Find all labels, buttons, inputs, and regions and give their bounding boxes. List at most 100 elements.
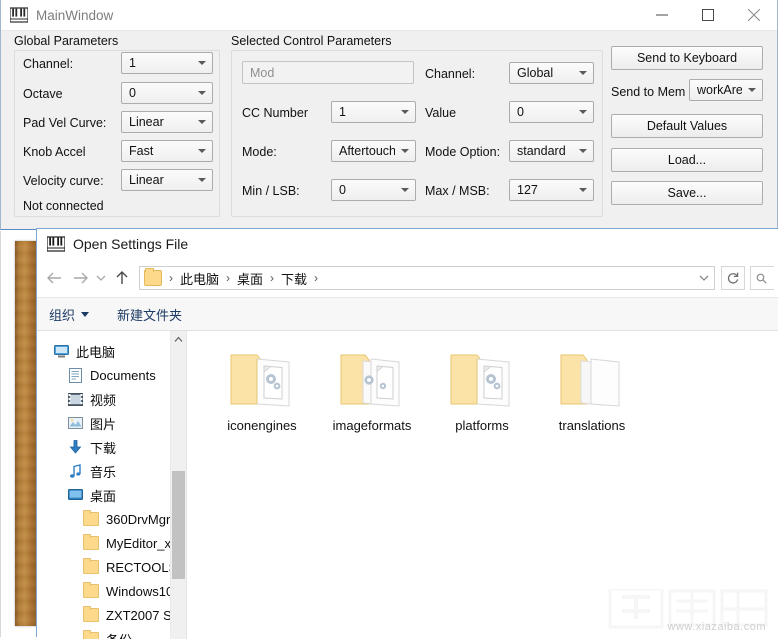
sidebar-item-label: 视频 <box>90 390 116 409</box>
sidebar-item-documents[interactable]: Documents <box>37 363 186 387</box>
knob-accel-value: Fast <box>122 144 192 158</box>
search-input[interactable] <box>750 266 774 290</box>
global-channel-combo[interactable]: 1 <box>121 52 213 74</box>
selected-control-parameters-title: Selected Control Parameters <box>231 34 392 48</box>
breadcrumb-item-0[interactable]: 此电脑 <box>180 269 219 288</box>
file-label: platforms <box>455 418 508 433</box>
max-msb-label: Max / MSB: <box>425 184 490 198</box>
file-item[interactable]: translations <box>537 349 647 433</box>
sidebar-item-myeditor[interactable]: MyEditor_xiaz <box>37 531 186 555</box>
file-list-area[interactable]: iconengines imageformats <box>186 331 778 639</box>
control-channel-label: Channel: <box>425 67 475 81</box>
organize-button[interactable]: 组织 <box>49 305 89 324</box>
max-msb-value: 127 <box>510 183 573 197</box>
refresh-icon <box>726 271 740 285</box>
chevron-down-icon[interactable] <box>698 273 710 283</box>
mode-option-label: Mode Option: <box>425 145 500 159</box>
sidebar-item-zxt2007[interactable]: ZXT2007 Soft <box>37 603 186 627</box>
up-button[interactable] <box>109 265 135 291</box>
chevron-down-icon <box>192 61 212 65</box>
sidebar-item-desktop[interactable]: 桌面 <box>37 483 186 507</box>
sidebar-item-windows10yi[interactable]: Windows10yi≡ <box>37 579 186 603</box>
file-item[interactable]: imageformats <box>317 349 427 433</box>
value-label: Value <box>425 106 456 120</box>
file-label: translations <box>559 418 625 433</box>
global-channel-label: Channel: <box>23 57 73 71</box>
up-arrow-icon <box>115 270 129 286</box>
default-values-button[interactable]: Default Values <box>611 114 763 138</box>
file-item[interactable]: iconengines <box>207 349 317 433</box>
window-controls <box>639 0 777 30</box>
sidebar-item-downloads[interactable]: 下载 <box>37 435 186 459</box>
mode-combo[interactable]: Aftertouch <box>331 140 416 162</box>
control-name-input[interactable]: Mod <box>242 61 414 84</box>
downloads-icon <box>67 439 83 455</box>
sidebar-item-this-pc[interactable]: 此电脑 <box>37 339 186 363</box>
forward-arrow-icon <box>72 271 89 285</box>
sidebar-item-360drvmgrin[interactable]: 360DrvMgrIn <box>37 507 186 531</box>
connection-status: Not connected <box>23 199 104 213</box>
desktop-icon <box>67 487 83 503</box>
back-button[interactable] <box>41 265 67 291</box>
control-channel-combo[interactable]: Global <box>509 62 594 84</box>
close-button[interactable] <box>731 0 777 30</box>
min-lsb-label: Min / LSB: <box>242 184 300 198</box>
chevron-down-icon <box>573 188 593 192</box>
mode-option-combo[interactable]: standard <box>509 140 594 162</box>
back-arrow-icon <box>46 271 63 285</box>
send-to-mem-value: workAre≡ <box>690 83 742 97</box>
load-button[interactable]: Load... <box>611 148 763 172</box>
main-window-titlebar: MainWindow <box>1 0 777 31</box>
velocity-curve-combo[interactable]: Linear <box>121 169 213 191</box>
chevron-down-icon <box>395 188 415 192</box>
recent-locations-button[interactable] <box>93 265 109 291</box>
maximize-button[interactable] <box>685 0 731 30</box>
scrollbar-thumb[interactable] <box>172 471 185 579</box>
control-channel-value: Global <box>510 66 573 80</box>
file-item[interactable]: platforms <box>427 349 537 433</box>
file-label: imageformats <box>333 418 412 433</box>
folder-icon <box>83 631 99 639</box>
value-combo[interactable]: 0 <box>509 101 594 123</box>
chevron-down-icon <box>192 120 212 124</box>
pad-vel-curve-combo[interactable]: Linear <box>121 111 213 133</box>
breadcrumb-item-2[interactable]: 下载 <box>281 269 307 288</box>
save-button[interactable]: Save... <box>611 181 763 205</box>
sidebar-item-videos[interactable]: 视频 <box>37 387 186 411</box>
minimize-button[interactable] <box>639 0 685 30</box>
forward-button[interactable] <box>67 265 93 291</box>
global-channel-value: 1 <box>122 56 192 70</box>
chevron-down-icon <box>573 110 593 114</box>
file-grid: iconengines imageformats <box>187 331 778 433</box>
chevron-down-icon <box>395 149 415 153</box>
global-parameters-group <box>14 50 220 217</box>
cc-number-combo[interactable]: 1 <box>331 101 416 123</box>
max-msb-combo[interactable]: 127 <box>509 179 594 201</box>
folder-icon <box>83 559 99 575</box>
piano-keyboard-icon <box>10 7 28 23</box>
send-to-mem-combo[interactable]: workAre≡ <box>689 79 763 101</box>
search-icon <box>756 273 767 284</box>
sidebar-item-rectools[interactable]: RECTOOLS_30 <box>37 555 186 579</box>
new-folder-button[interactable]: 新建文件夹 <box>117 305 182 324</box>
chevron-down-icon <box>573 71 593 75</box>
sidebar-item-beifen[interactable]: 备份 <box>37 627 186 639</box>
maximize-icon <box>702 9 714 21</box>
global-octave-combo[interactable]: 0 <box>121 82 213 104</box>
scroll-up-button[interactable] <box>171 331 186 347</box>
refresh-button[interactable] <box>721 266 745 290</box>
address-bar-actions <box>698 273 714 283</box>
address-bar[interactable]: › 此电脑 › 桌面 › 下载 › <box>139 266 715 290</box>
knob-accel-combo[interactable]: Fast <box>121 140 213 162</box>
main-window: MainWindow Global Parameters Channel: 1 … <box>0 0 778 230</box>
min-lsb-combo[interactable]: 0 <box>331 179 416 201</box>
sidebar-item-label: 图片 <box>90 414 116 433</box>
sidebar-item-pictures[interactable]: 图片 <box>37 411 186 435</box>
folder-with-gear-icon <box>337 349 407 411</box>
send-to-keyboard-button[interactable]: Send to Keyboard <box>611 46 763 70</box>
dialog-sidebar[interactable]: 此电脑 Documents <box>37 331 186 639</box>
breadcrumb-item-1[interactable]: 桌面 <box>237 269 263 288</box>
folder-with-gear-icon <box>227 349 297 411</box>
sidebar-item-music[interactable]: 音乐 <box>37 459 186 483</box>
sidebar-scrollbar[interactable] <box>170 331 186 639</box>
